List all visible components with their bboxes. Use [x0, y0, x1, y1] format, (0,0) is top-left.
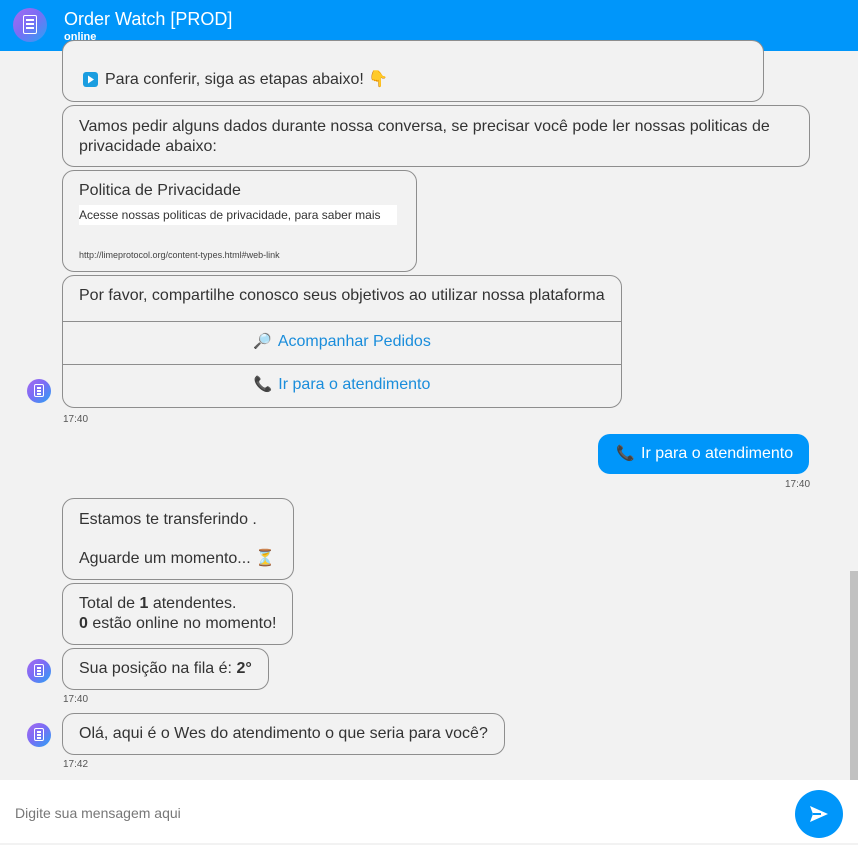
play-icon [83, 72, 98, 87]
document-list-icon [23, 15, 37, 34]
scrollbar-thumb[interactable] [850, 571, 858, 780]
text-part: Total de [79, 595, 140, 612]
bot-name: Order Watch [PROD] [64, 9, 233, 29]
timestamp: 17:40 [63, 414, 89, 425]
text-part: atendentes. [148, 595, 237, 612]
message-text: Para conferir, siga as etapas abaixo! 👇 [105, 71, 389, 88]
message-text-line: Vamos pedir alguns dados durante nossa c… [79, 118, 770, 135]
options-menu: Por favor, compartilhe conosco seus obje… [62, 275, 622, 408]
link-title: Politica de Privacidade [79, 182, 241, 199]
message-text: Ir para o atendimento [641, 445, 794, 462]
link-description: Acesse nossas politicas de privacidade, … [79, 205, 397, 225]
message-text: Sua posição na fila é: 2° [79, 659, 252, 679]
option-label: Acompanhar Pedidos [277, 333, 431, 350]
message-input[interactable] [0, 780, 797, 845]
bot-message: Vamos pedir alguns dados durante nossa c… [62, 105, 810, 167]
message-text-line: 0 estão online no momento! [79, 614, 276, 634]
option-atendimento-button[interactable]: 📞 Ir para o atendimento [63, 364, 621, 407]
send-arrow-icon [810, 806, 828, 822]
phone-icon: 📞 [253, 376, 273, 393]
bot-avatar [13, 8, 47, 42]
queue-position: 2° [236, 660, 252, 677]
bot-message: Para conferir, siga as etapas abaixo! 👇 [62, 40, 764, 102]
online-count: 0 [79, 615, 88, 632]
phone-icon: 📞 [616, 445, 635, 462]
text-part: estão online no momento! [87, 615, 277, 632]
agent-avatar [27, 723, 51, 747]
timestamp: 17:40 [63, 694, 89, 705]
option-acompanhar-pedidos-button[interactable]: 🔎 Acompanhar Pedidos [63, 321, 621, 364]
document-list-icon [34, 384, 44, 397]
bot-avatar [27, 379, 51, 403]
bot-message: Sua posição na fila é: 2° [62, 648, 269, 690]
bot-message: Estamos te transferindo . Aguarde um mom… [62, 498, 294, 580]
message-text-line: privacidade abaixo: [79, 138, 217, 155]
document-list-icon [34, 664, 44, 677]
message-composer [0, 780, 858, 845]
privacy-link-card[interactable]: Politica de Privacidade Acesse nossas po… [62, 170, 417, 272]
bot-message: Total de 1 atendentes. 0 estão online no… [62, 583, 293, 645]
user-message: 📞 Ir para o atendimento [598, 434, 809, 474]
agent-message: Olá, aqui é o Wes do atendimento o que s… [62, 713, 505, 755]
message-text-line: Total de 1 atendentes. [79, 594, 236, 614]
timestamp: 17:42 [63, 759, 89, 770]
option-label: Ir para o atendimento [278, 376, 431, 393]
timestamp: 17:40 [785, 479, 811, 490]
message-text-line: Aguarde um momento... ⏳ [79, 550, 276, 567]
bot-avatar [27, 659, 51, 683]
magnifier-icon: 🔎 [253, 333, 272, 350]
link-url[interactable]: http://limeprotocol.org/content-types.ht… [79, 245, 280, 265]
send-button[interactable] [795, 790, 843, 838]
message-text-line: Estamos te transferindo . [79, 511, 257, 528]
document-list-icon [34, 728, 44, 741]
message-text: Olá, aqui é o Wes do atendimento o que s… [79, 725, 488, 742]
text-part: Sua posição na fila é: [79, 660, 237, 677]
menu-question: Por favor, compartilhe conosco seus obje… [79, 287, 605, 304]
